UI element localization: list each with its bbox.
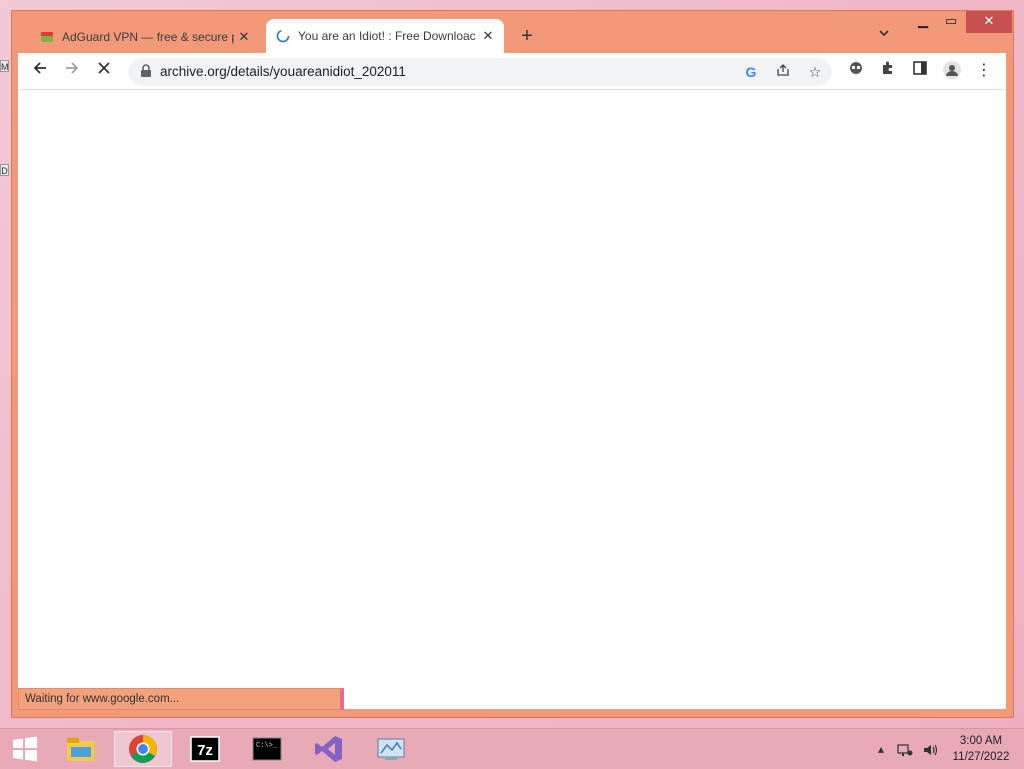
bookmark-star-icon[interactable]: ☆ [804,62,826,82]
stop-loading-icon[interactable] [92,60,116,82]
svg-text:C:\>_: C:\>_ [256,742,278,750]
minimize-button[interactable]: ▁ [910,11,936,33]
show-hidden-icons-chevron-icon[interactable]: ▴ [874,729,888,769]
svg-text:7z: 7z [197,742,213,759]
7zip-taskbar-icon[interactable]: 7z [176,731,234,767]
browser-toolbar: archive.org/details/youareanidiot_202011… [18,53,1006,89]
back-arrow-icon[interactable] [28,60,52,82]
url-text[interactable]: archive.org/details/youareanidiot_202011 [160,64,406,79]
lock-icon[interactable] [140,64,152,78]
start-button[interactable] [0,731,50,767]
browser-window: AdGuard VPN — free & secure p ✕ You are … [11,10,1014,718]
visual-studio-taskbar-icon[interactable] [300,731,358,767]
desktop-icon-edge-d[interactable]: D [0,164,9,176]
volume-icon[interactable] [920,729,942,769]
new-tab-icon[interactable]: + [516,25,538,47]
google-lens-icon[interactable]: G [740,62,762,82]
file-explorer-taskbar-icon[interactable] [52,731,110,767]
tab-search-chevron-icon[interactable] [874,27,894,47]
chrome-taskbar-icon[interactable] [114,731,172,767]
tab-youareanidiot[interactable]: You are an Idiot! : Free Downloac ✕ [266,19,504,53]
desktop-icon-edge-m[interactable]: M [0,60,9,72]
clock-date: 11/27/2022 [952,751,1010,763]
tab-adguard[interactable]: AdGuard VPN — free & secure p ✕ [30,21,260,53]
tab-close-icon[interactable]: ✕ [478,28,498,44]
extensions-puzzle-icon[interactable] [876,60,900,82]
address-bar[interactable]: archive.org/details/youareanidiot_202011… [128,58,832,86]
tab-close-icon[interactable]: ✕ [234,29,254,45]
page-content [18,89,1006,709]
adguard-favicon-icon [41,32,53,42]
more-menu-icon[interactable]: ⋮ [972,60,996,82]
network-icon[interactable] [894,729,916,769]
profile-avatar-icon[interactable] [940,60,964,82]
side-panel-icon[interactable] [908,60,932,82]
taskbar-clock[interactable]: 3:00 AM 11/27/2022 [946,733,1016,765]
close-window-button[interactable]: ✕ [966,11,1012,33]
taskbar: 7z C:\>_ ▴ 3:00 AM 11/27/2022 [0,728,1024,769]
control-panel-taskbar-icon[interactable] [362,731,420,767]
command-prompt-taskbar-icon[interactable]: C:\>_ [238,731,296,767]
maximize-button[interactable]: ▭ [938,11,964,33]
loading-spinner-icon [276,29,290,43]
adguard-extension-icon[interactable] [844,60,868,82]
tab-title: You are an Idiot! : Free Downloac [298,29,476,43]
status-bubble: Waiting for www.google.com... [18,688,344,710]
forward-arrow-icon[interactable] [60,60,84,82]
windows-logo-icon [13,736,37,762]
clock-time: 3:00 AM [959,735,1003,747]
tab-title: AdGuard VPN — free & secure p [62,30,234,44]
share-icon[interactable] [772,62,794,82]
